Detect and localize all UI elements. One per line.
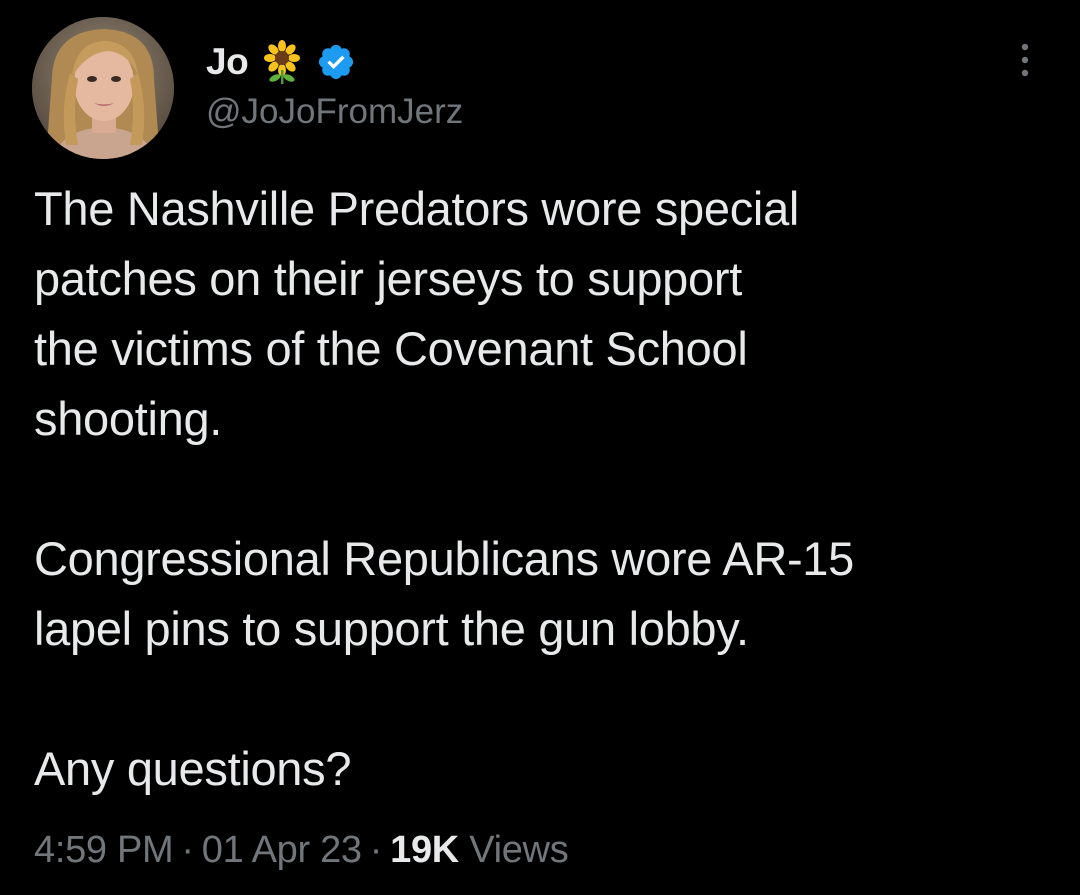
tweet: Jo @JoJoFromJerz The Nashville Predators… — [0, 0, 1080, 895]
verified-icon[interactable] — [316, 42, 356, 82]
tweet-metadata: 4:59 PM · 01 Apr 23 · 19K Views — [34, 829, 569, 872]
avatar-image — [32, 17, 174, 159]
tweet-time[interactable]: 4:59 PM — [34, 829, 174, 871]
author-handle[interactable]: @JoJoFromJerz — [206, 92, 463, 132]
tweet-paragraph: The Nashville Predators wore special pat… — [34, 182, 800, 445]
more-options-icon — [1021, 43, 1029, 77]
separator: · — [369, 829, 383, 871]
tweet-text: The Nashville Predators wore special pat… — [34, 174, 1044, 804]
separator: · — [181, 829, 194, 871]
author-name-row: Jo — [206, 38, 356, 86]
avatar[interactable] — [32, 17, 174, 159]
tweet-paragraph: Congressional Republicans wore AR-15 lap… — [34, 532, 854, 655]
views-label: Views — [469, 829, 569, 871]
display-name[interactable]: Jo — [206, 41, 249, 83]
tweet-date[interactable]: 01 Apr 23 — [202, 829, 362, 871]
sunflower-icon — [260, 40, 304, 84]
tweet-paragraph: Any questions? — [34, 742, 352, 795]
more-options-button[interactable] — [1010, 40, 1040, 80]
views-count[interactable]: 19K — [390, 829, 459, 871]
